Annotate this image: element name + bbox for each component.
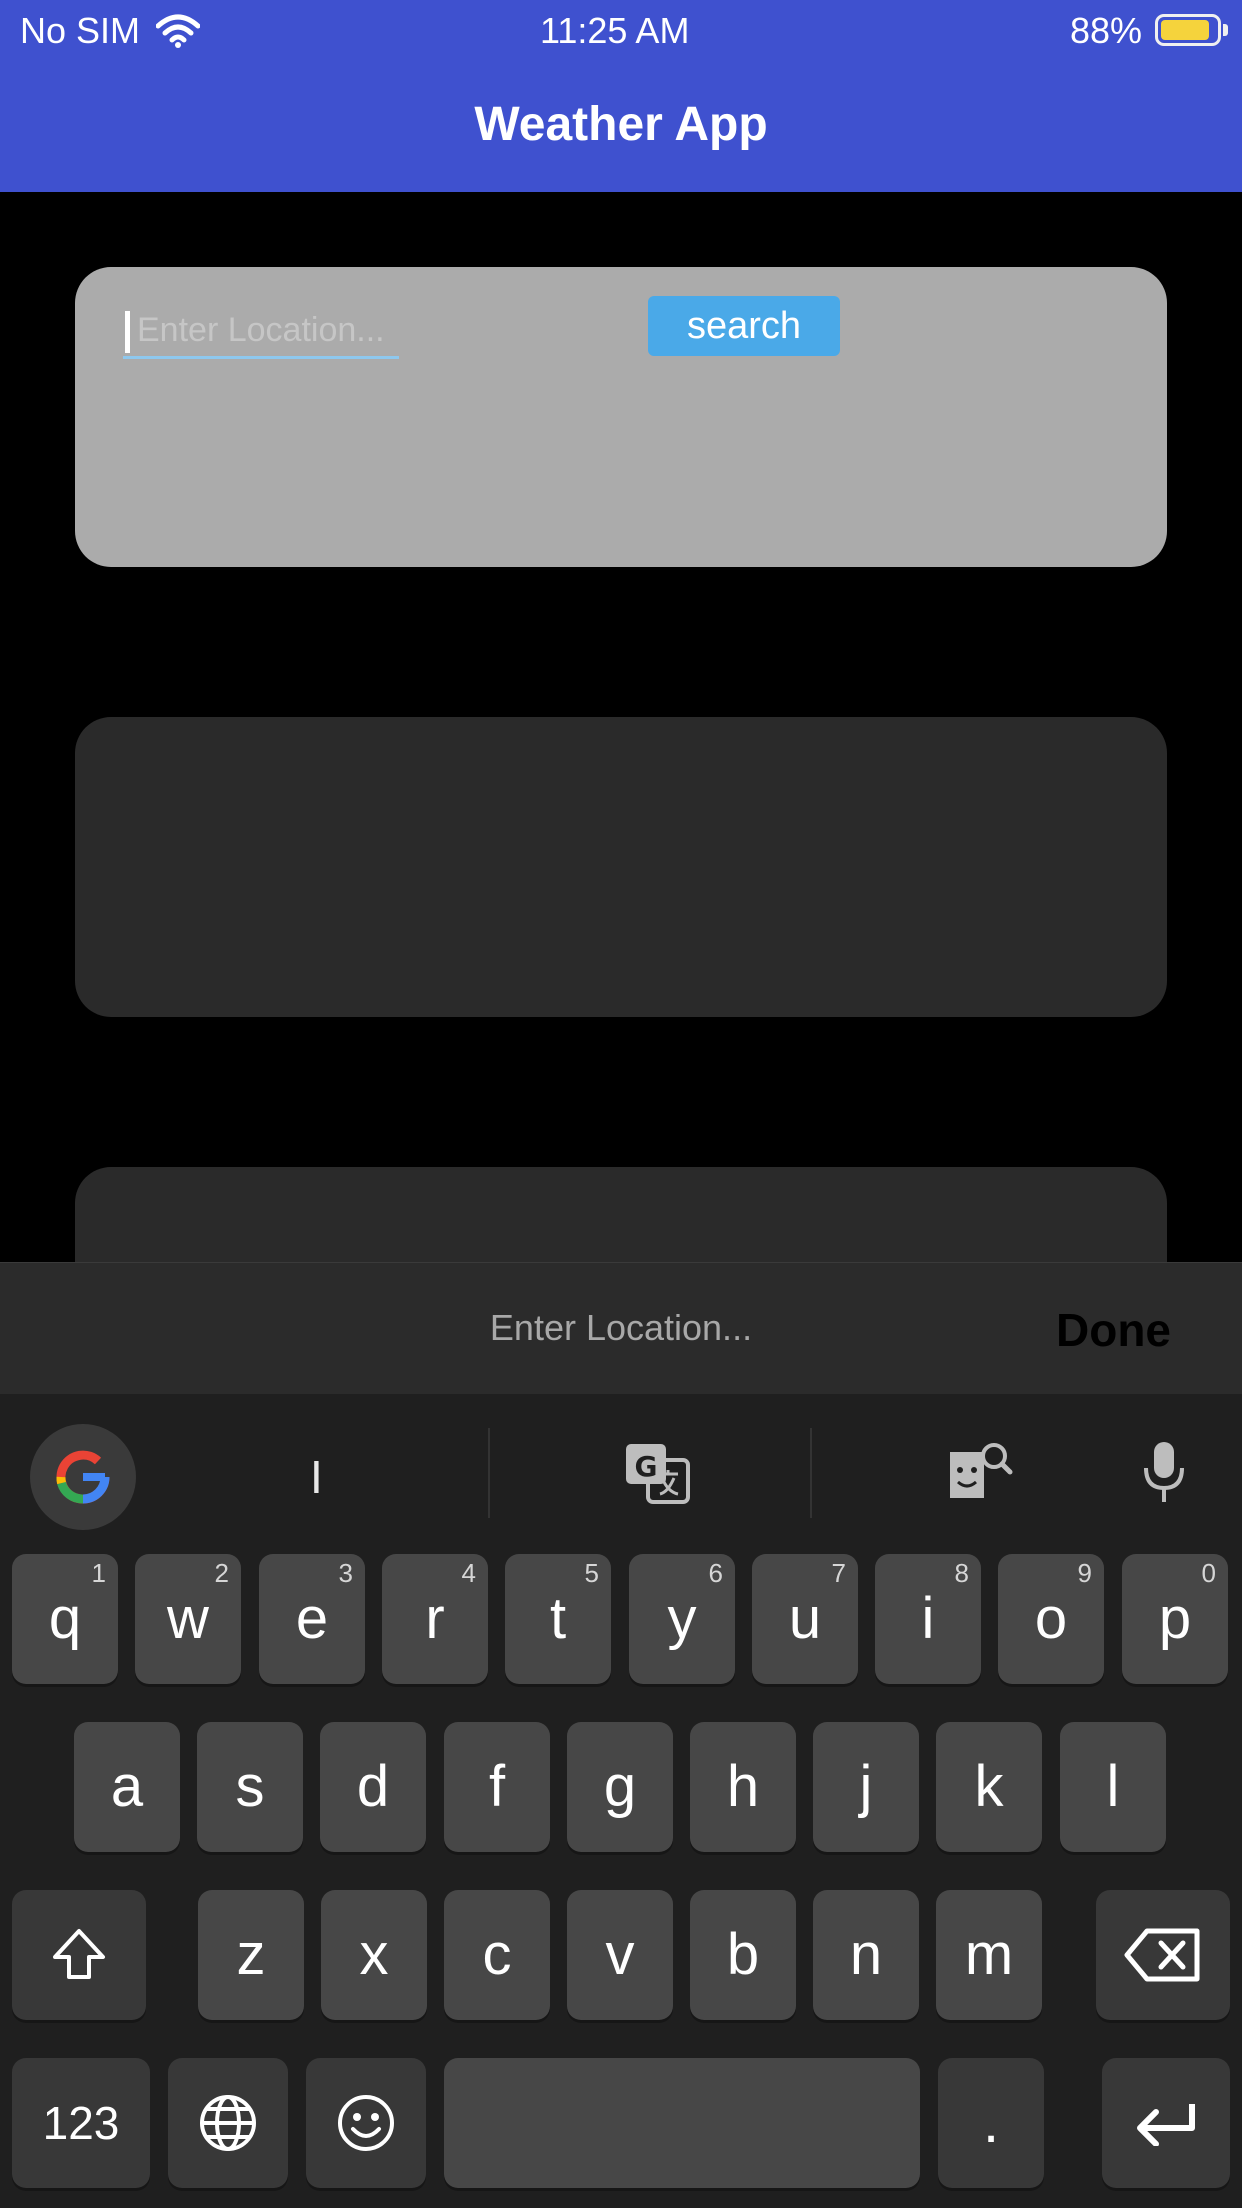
- numbers-key-label: 123: [42, 2097, 120, 2149]
- shift-key[interactable]: [12, 1890, 146, 2020]
- key-label: s: [235, 1754, 265, 1819]
- key-a[interactable]: a: [74, 1722, 180, 1852]
- emoji-icon: [338, 2095, 394, 2151]
- key-b[interactable]: b: [690, 1890, 796, 2020]
- keyboard-accessory-bar: Enter Location... Done: [0, 1262, 1242, 1395]
- microphone-icon[interactable]: [1142, 1438, 1186, 1508]
- language-key[interactable]: [168, 2058, 288, 2188]
- page-title: Weather App: [474, 98, 768, 151]
- toolbar-divider: [810, 1428, 812, 1518]
- key-hint: 7: [831, 1558, 846, 1588]
- numbers-key[interactable]: 123: [12, 2058, 150, 2188]
- key-label: n: [849, 1922, 883, 1987]
- key-hint: 8: [954, 1558, 969, 1588]
- key-label: a: [110, 1754, 144, 1819]
- globe-icon: [200, 2095, 256, 2151]
- emoji-key[interactable]: [306, 2058, 426, 2188]
- key-hint: 9: [1077, 1558, 1092, 1588]
- key-c[interactable]: c: [444, 1890, 550, 2020]
- wifi-icon: [156, 14, 200, 48]
- key-i[interactable]: i8: [875, 1554, 981, 1684]
- search-card: Enter Location... search: [75, 267, 1167, 567]
- key-s[interactable]: s: [197, 1722, 303, 1852]
- key-g[interactable]: g: [567, 1722, 673, 1852]
- weather-card: [75, 717, 1167, 1017]
- key-o[interactable]: o9: [998, 1554, 1104, 1684]
- key-k[interactable]: k: [936, 1722, 1042, 1852]
- location-input-placeholder: Enter Location...: [137, 311, 385, 349]
- status-bar: No SIM 11:25 AM 88%: [0, 0, 1242, 62]
- key-n[interactable]: n: [813, 1890, 919, 2020]
- backspace-key[interactable]: [1096, 1890, 1230, 2020]
- period-key-label: .: [982, 2090, 1000, 2155]
- key-z[interactable]: z: [198, 1890, 304, 2020]
- key-label: v: [605, 1922, 635, 1987]
- key-label: b: [726, 1922, 760, 1987]
- key-d[interactable]: d: [320, 1722, 426, 1852]
- key-y[interactable]: y6: [629, 1554, 735, 1684]
- battery-cap: [1223, 24, 1228, 36]
- backspace-icon: [1124, 1928, 1200, 1982]
- key-label: m: [964, 1922, 1014, 1987]
- key-w[interactable]: w2: [135, 1554, 241, 1684]
- space-key[interactable]: [444, 2058, 920, 2188]
- text-cursor: [125, 311, 130, 353]
- return-icon: [1137, 2104, 1195, 2146]
- key-h[interactable]: h: [690, 1722, 796, 1852]
- key-label: g: [603, 1754, 637, 1819]
- shift-icon: [53, 1929, 105, 1979]
- key-p[interactable]: p0: [1122, 1554, 1228, 1684]
- key-e[interactable]: e3: [259, 1554, 365, 1684]
- done-button[interactable]: Done: [1056, 1303, 1171, 1357]
- suggestion-word[interactable]: I: [310, 1450, 323, 1504]
- key-u[interactable]: u7: [752, 1554, 858, 1684]
- google-icon: [56, 1450, 110, 1504]
- key-l[interactable]: l: [1060, 1722, 1166, 1852]
- google-button[interactable]: [30, 1424, 136, 1530]
- translate-icon[interactable]: G: [622, 1438, 692, 1508]
- search-button[interactable]: search: [648, 296, 840, 356]
- key-hint: 2: [214, 1558, 229, 1588]
- key-q[interactable]: q1: [12, 1554, 118, 1684]
- keyboard-toolbar: I G: [0, 1394, 1242, 1544]
- key-m[interactable]: m: [936, 1890, 1042, 2020]
- key-hint: 1: [91, 1558, 106, 1588]
- battery-percent: 88%: [1070, 10, 1143, 51]
- key-label: z: [236, 1922, 266, 1987]
- keyboard: I G q1w2e3r4t5y6u7i8o9p0 a s d f g h j k l z x c v b n m: [0, 1394, 1242, 2208]
- battery-icon: [1155, 14, 1221, 46]
- key-hint: 6: [708, 1558, 723, 1588]
- nav-bar: Weather App: [0, 62, 1242, 192]
- location-input[interactable]: Enter Location...: [123, 305, 399, 359]
- key-label: l: [1106, 1754, 1120, 1819]
- key-label: x: [359, 1922, 389, 1987]
- key-label: f: [488, 1754, 506, 1819]
- key-hint: 3: [338, 1558, 353, 1588]
- key-label: h: [726, 1754, 760, 1819]
- key-v[interactable]: v: [567, 1890, 673, 2020]
- key-label: c: [482, 1922, 512, 1987]
- carrier-label: No SIM: [20, 10, 141, 51]
- key-label: k: [974, 1754, 1004, 1819]
- clock: 11:25 AM: [540, 10, 690, 51]
- svg-text:G: G: [635, 1450, 658, 1483]
- key-hint: 5: [584, 1558, 599, 1588]
- period-key[interactable]: .: [938, 2058, 1044, 2188]
- key-f[interactable]: f: [444, 1722, 550, 1852]
- key-j[interactable]: j: [813, 1722, 919, 1852]
- return-key[interactable]: [1102, 2058, 1230, 2188]
- key-t[interactable]: t5: [505, 1554, 611, 1684]
- key-label: j: [859, 1754, 873, 1819]
- key-r[interactable]: r4: [382, 1554, 488, 1684]
- key-hint: 0: [1201, 1558, 1216, 1588]
- key-x[interactable]: x: [321, 1890, 427, 2020]
- key-label: d: [356, 1754, 390, 1819]
- key-hint: 4: [461, 1558, 476, 1588]
- toolbar-divider: [488, 1428, 490, 1518]
- sticker-search-icon[interactable]: [944, 1438, 1014, 1508]
